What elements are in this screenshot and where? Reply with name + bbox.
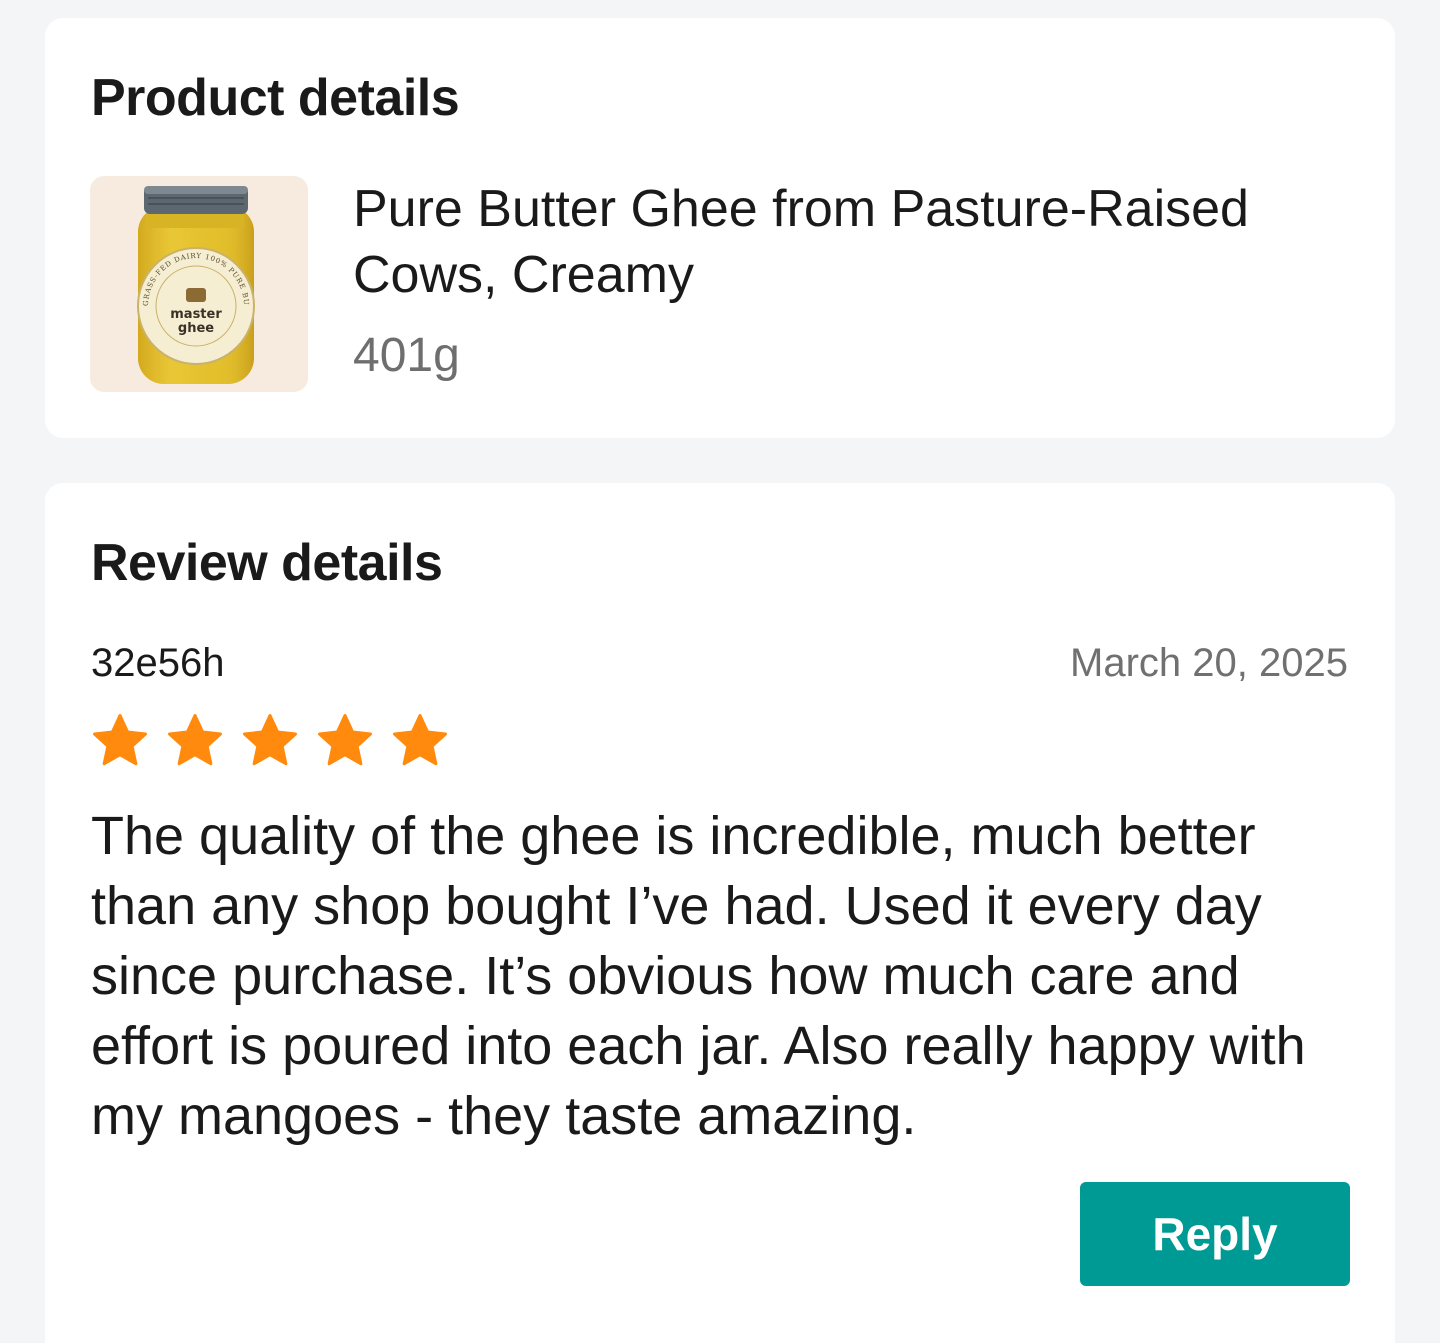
product-name[interactable]: Pure Butter Ghee from Pasture-Raised Cow… [353,176,1363,308]
product-details-title: Product details [91,69,460,127]
product-weight: 401g [353,329,460,382]
review-details-title: Review details [91,534,443,592]
review-text: The quality of the ghee is incredible, m… [91,806,1306,1146]
review-details-card: Review details 32e56h March 20, 2025 The… [45,483,1395,1343]
ghee-jar-image: master ghee GRASS-FED DAIRY 100% PURE BU… [90,176,255,384]
star-icon [243,714,297,766]
reviewer-name: 32e56h [91,641,225,685]
jar-brand-line1: master [170,307,222,322]
star-icon [168,714,222,766]
jar-brand-line2: ghee [178,321,214,336]
star-icon [393,714,447,766]
star-rating [89,711,451,771]
product-image[interactable]: master ghee GRASS-FED DAIRY 100% PURE BU… [90,176,308,392]
review-date: March 20, 2025 [1070,641,1348,685]
star-icon [93,714,147,766]
star-icon [318,714,372,766]
reply-button[interactable]: Reply [1080,1182,1350,1286]
product-details-card: Product details master ghee GRASS-FED DA… [45,18,1395,438]
